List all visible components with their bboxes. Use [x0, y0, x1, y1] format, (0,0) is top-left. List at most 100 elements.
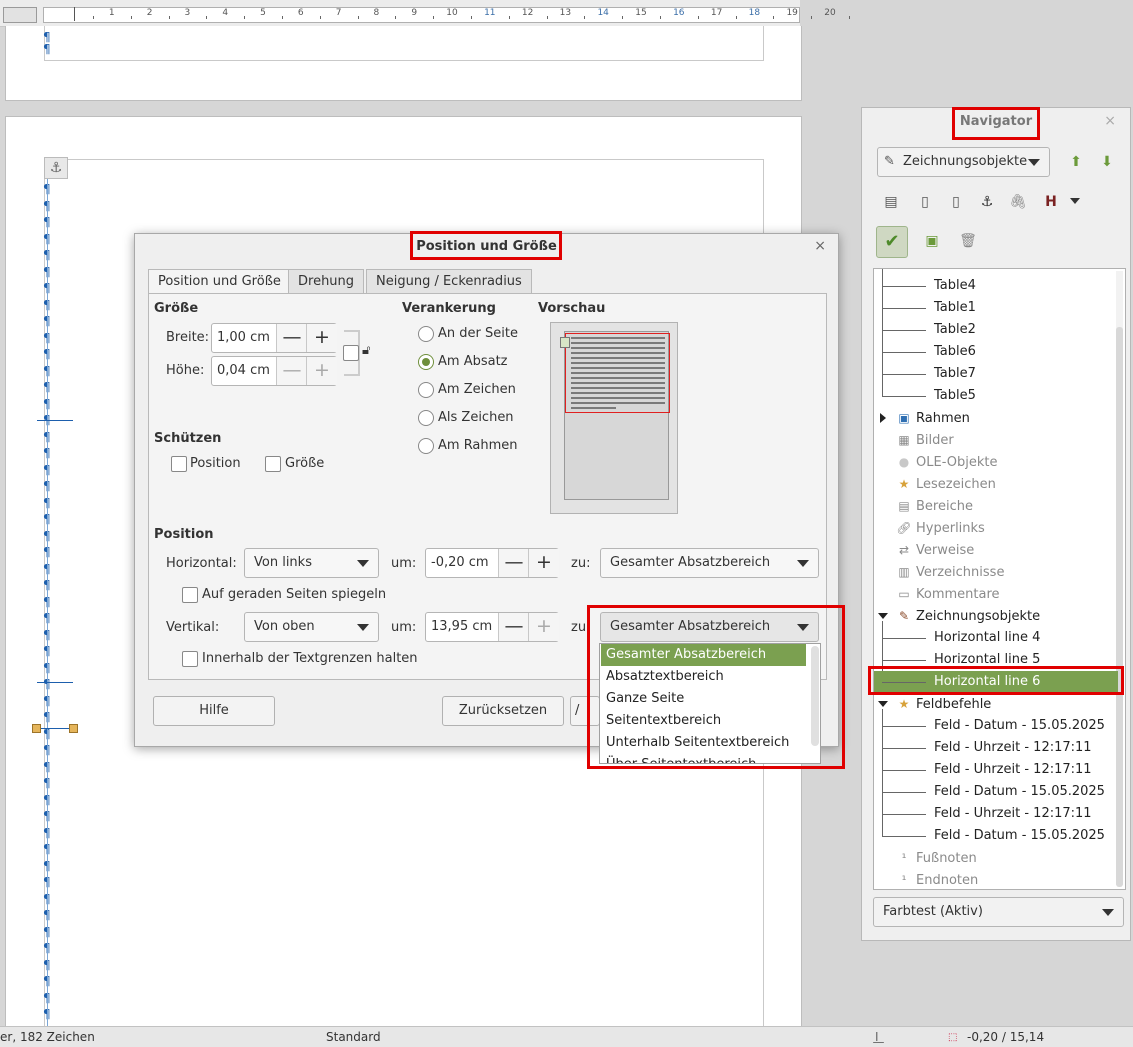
- horizontal-ruler[interactable]: 1 2 3 4 5 6 7 8 9 10 11 12 13 14 15 16 17 18 19 20: [0, 0, 850, 27]
- dropdown-option[interactable]: Unterhalb Seitentextbereich: [601, 732, 806, 754]
- navigator-tree-item[interactable]: 🔗︎ Hyperlinks: [896, 517, 1118, 539]
- tab-rotation[interactable]: Drehung: [288, 269, 365, 294]
- vertical-offset-value[interactable]: 13,95 cm: [431, 613, 492, 641]
- navigator-tree-item[interactable]: ¹ Endnoten: [896, 869, 1118, 889]
- radio-anchor-frame-label[interactable]: Am Rahmen: [438, 438, 518, 453]
- ruler-indent-marker[interactable]: [74, 7, 75, 21]
- selection-handle-right[interactable]: [69, 724, 78, 733]
- content-navigation-icon[interactable]: ▤: [881, 192, 901, 212]
- navigator-close-icon[interactable]: ×: [1104, 113, 1116, 129]
- horizontal-offset-decrease[interactable]: —: [498, 549, 529, 577]
- navigator-tree-item[interactable]: Table5: [934, 385, 1118, 407]
- keep-inside-checkbox[interactable]: [182, 651, 198, 667]
- chevron-down-icon[interactable]: [1070, 198, 1080, 204]
- navigator-tree-item[interactable]: ¹ Fußnoten: [896, 847, 1118, 869]
- navigator-tree[interactable]: Table4 Table1 Table2 Table6 Table7 Table5 ▣ Rah…: [873, 268, 1126, 890]
- vertical-relative-value[interactable]: Gesamter Absatzbereich: [610, 613, 770, 641]
- tab-position-size[interactable]: Position und Größe: [148, 269, 291, 295]
- keep-ratio-checkbox[interactable]: [343, 345, 359, 361]
- trash-icon[interactable]: 🗑︎: [958, 231, 978, 251]
- selected-line-object[interactable]: [47, 160, 48, 1030]
- height-value[interactable]: 0,04 cm: [217, 357, 270, 385]
- selection-handle-left[interactable]: [32, 724, 41, 733]
- navigator-tree-item[interactable]: ▥ Verzeichnisse: [896, 561, 1118, 583]
- collapse-arrow-icon[interactable]: [878, 701, 888, 707]
- horizontal-select[interactable]: Von links: [244, 548, 379, 578]
- toggle-checkmark-icon[interactable]: ✔: [876, 226, 908, 258]
- expand-arrow-icon[interactable]: [880, 413, 886, 423]
- vertical-offset-stepper[interactable]: 13,95 cm — +: [425, 612, 559, 642]
- keep-inside-label[interactable]: Innerhalb der Textgrenzen halten: [202, 651, 418, 666]
- heading-levels-icon[interactable]: H: [1041, 192, 1061, 212]
- navigator-tree-item[interactable]: Feld - Datum - 15.05.2025: [934, 825, 1118, 847]
- dropdown-option[interactable]: Gesamter Absatzbereich: [601, 644, 806, 666]
- tab-slant-corner-radius[interactable]: Neigung / Eckenradius: [366, 269, 532, 294]
- horizontal-offset-increase[interactable]: +: [528, 549, 559, 577]
- horizontal-offset-stepper[interactable]: -0,20 cm — +: [425, 548, 559, 578]
- reset-button[interactable]: Zurücksetzen: [442, 696, 564, 726]
- radio-anchor-page[interactable]: [418, 326, 434, 342]
- protect-size-checkbox[interactable]: [265, 456, 281, 472]
- navigator-tree-item[interactable]: Feld - Datum - 15.05.2025: [934, 781, 1118, 803]
- anchor-icon[interactable]: ⚓: [44, 157, 68, 179]
- navigator-tree-item[interactable]: ⇄ Verweise: [896, 539, 1118, 561]
- document-page-1[interactable]: [5, 26, 802, 101]
- arrow-up-icon[interactable]: ⬆: [1066, 152, 1086, 172]
- ruler-tab-selector[interactable]: [3, 7, 37, 23]
- dropdown-option[interactable]: Ganze Seite: [601, 688, 806, 710]
- navigator-tree-item[interactable]: ▦ Bilder: [896, 429, 1118, 451]
- navigator-tree-item[interactable]: Feld - Uhrzeit - 12:17:11: [934, 759, 1118, 781]
- radio-anchor-character[interactable]: [418, 382, 434, 398]
- navigator-tree-item[interactable]: Feld - Uhrzeit - 12:17:11: [934, 803, 1118, 825]
- vertical-relative-select[interactable]: Gesamter Absatzbereich: [600, 612, 819, 642]
- navigator-tree-item[interactable]: ▤ Bereiche: [896, 495, 1118, 517]
- footer-icon[interactable]: ▯: [946, 192, 966, 212]
- navigator-tree-item[interactable]: ★ Feldbefehle: [896, 693, 1118, 715]
- width-increase-button[interactable]: +: [306, 324, 337, 352]
- horizontal-offset-value[interactable]: -0,20 cm: [431, 549, 489, 577]
- header-icon[interactable]: ▯: [915, 192, 935, 212]
- navigator-tree-item[interactable]: Horizontal line 5: [934, 649, 1118, 671]
- collapse-arrow-icon[interactable]: [878, 613, 888, 619]
- navigator-category-value[interactable]: Zeichnungsobjekte: [903, 148, 1027, 176]
- navigator-tree-item[interactable]: Table1: [934, 297, 1118, 319]
- navigator-tree-item[interactable]: Table7: [934, 363, 1118, 385]
- document-select-value[interactable]: Farbtest (Aktiv): [883, 898, 983, 926]
- dropdown-option[interactable]: Über Seitentextbereich: [601, 754, 806, 763]
- page-style[interactable]: Standard: [326, 1030, 381, 1044]
- width-decrease-button[interactable]: —: [276, 324, 307, 352]
- protect-position-label[interactable]: Position: [190, 456, 241, 471]
- navigator-tree-item[interactable]: Table6: [934, 341, 1118, 363]
- object-position[interactable]: -0,20 / 15,14: [967, 1030, 1044, 1044]
- width-stepper[interactable]: 1,00 cm — +: [211, 323, 337, 353]
- horizontal-relative-value[interactable]: Gesamter Absatzbereich: [610, 549, 770, 577]
- dialog-close-icon[interactable]: ×: [814, 238, 826, 254]
- radio-as-character[interactable]: [418, 410, 434, 426]
- navigator-tree-item[interactable]: Horizontal line 4: [934, 627, 1118, 649]
- vertical-offset-decrease[interactable]: —: [498, 613, 529, 641]
- ok-button[interactable]: /: [570, 696, 600, 726]
- vertical-select[interactable]: Von oben: [244, 612, 379, 642]
- radio-as-character-label[interactable]: Als Zeichen: [438, 410, 514, 425]
- anchor-icon[interactable]: ⚓: [977, 192, 997, 212]
- navigator-tree-item[interactable]: Table2: [934, 319, 1118, 341]
- horizontal-select-value[interactable]: Von links: [254, 549, 312, 577]
- height-increase-button[interactable]: +: [306, 357, 337, 385]
- height-decrease-button[interactable]: —: [276, 357, 307, 385]
- navigator-tree-item[interactable]: ✎ Zeichnungsobjekte: [896, 605, 1118, 627]
- navigator-tree-item[interactable]: Table4: [934, 275, 1118, 297]
- navigator-tree-item[interactable]: Feld - Uhrzeit - 12:17:11: [934, 737, 1118, 759]
- paperclip-icon[interactable]: 🖇︎: [1008, 192, 1028, 212]
- radio-anchor-frame[interactable]: [418, 438, 434, 454]
- height-stepper[interactable]: 0,04 cm — +: [211, 356, 337, 386]
- dropdown-option[interactable]: Seitentextbereich: [601, 710, 806, 732]
- protect-size-label[interactable]: Größe: [285, 456, 324, 471]
- navigator-tree-item[interactable]: ▭ Kommentare: [896, 583, 1118, 605]
- relative-to-dropdown-list[interactable]: Gesamter Absatzbereich Absatztextbereich G…: [599, 643, 821, 764]
- arrow-down-icon[interactable]: ⬇: [1097, 152, 1117, 172]
- navigator-tree-item[interactable]: ▣ Rahmen: [896, 407, 1118, 429]
- width-value[interactable]: 1,00 cm: [217, 324, 270, 352]
- radio-anchor-character-label[interactable]: Am Zeichen: [438, 382, 516, 397]
- radio-anchor-paragraph-label[interactable]: Am Absatz: [438, 354, 508, 369]
- navigator-tree-item[interactable]: Feld - Datum - 15.05.2025: [934, 715, 1118, 737]
